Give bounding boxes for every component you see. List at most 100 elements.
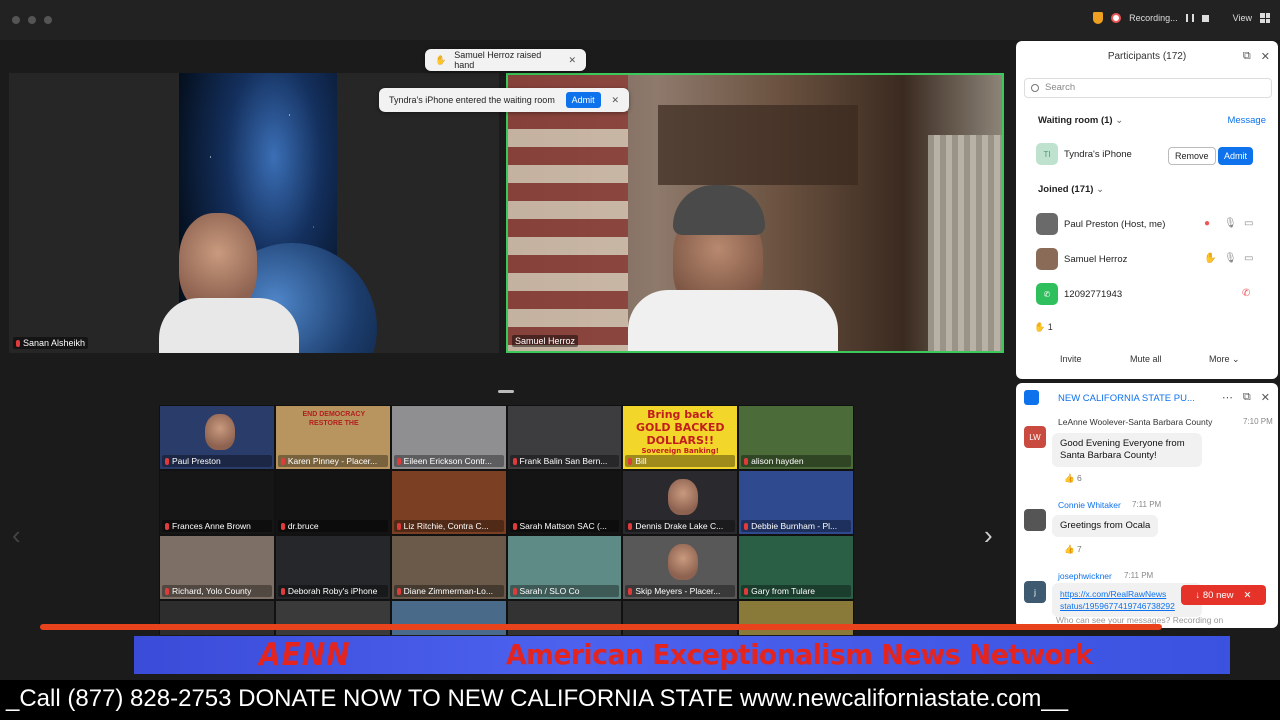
gallery-view: Paul Preston END DEMOCRACY RESTORE THE Kar…: [159, 405, 854, 635]
toast-admit-button[interactable]: Admit: [565, 92, 601, 108]
more-button[interactable]: More ⌄: [1209, 354, 1240, 365]
video-nametag: Samuel Herroz: [512, 335, 579, 347]
message-time: 7:11 PM: [1124, 571, 1154, 580]
title-bar: Recording... View: [0, 0, 1280, 40]
gallery-tile[interactable]: Paul Preston: [159, 405, 275, 470]
mute-all-button[interactable]: Mute all: [1130, 354, 1162, 364]
search-icon: [1031, 84, 1039, 92]
gallery-tile[interactable]: Diane Zimmerman-Lo...: [390, 535, 507, 600]
gallery-tile[interactable]: Gary from Tulare: [738, 535, 854, 600]
participant-search-input[interactable]: Search: [1024, 78, 1272, 98]
close-icon[interactable]: ✕: [1261, 391, 1270, 404]
gallery-nametag: Skip Meyers - Placer...: [625, 585, 736, 597]
pop-out-icon[interactable]: ⧉: [1243, 391, 1251, 404]
microphone-icon[interactable]: 🎙: [1224, 253, 1237, 264]
participant-face: [668, 479, 699, 515]
gallery-tile[interactable]: dr.bruce: [274, 470, 391, 535]
remove-button[interactable]: Remove: [1168, 147, 1216, 165]
close-icon[interactable]: ✕: [568, 55, 576, 66]
next-page-arrow-icon[interactable]: ›: [984, 520, 993, 551]
waiting-room-header[interactable]: Waiting room (1) ⌄: [1038, 115, 1123, 126]
gallery-tile[interactable]: Dennis Drake Lake C...: [622, 470, 739, 535]
chat-message-bubble: Good Evening Everyone from Santa Barbara…: [1052, 433, 1202, 467]
invite-button[interactable]: Invite: [1060, 354, 1082, 364]
mic-muted-icon: [744, 458, 749, 466]
mic-muted-icon: [396, 523, 401, 531]
fullscreen-window-button[interactable]: [44, 16, 52, 24]
admit-button[interactable]: Admit: [1218, 147, 1254, 165]
video-tile-sanan[interactable]: Sanan Alsheikh: [9, 73, 499, 353]
gallery-tile[interactable]: Skip Meyers - Placer...: [622, 535, 739, 600]
message-waiting-room-link[interactable]: Message: [1227, 115, 1266, 126]
chevron-down-icon: ⌄: [1115, 115, 1124, 126]
close-icon[interactable]: ✕: [1244, 590, 1252, 601]
mic-muted-icon: [628, 588, 633, 596]
gallery-tile[interactable]: alison hayden: [738, 405, 854, 470]
gallery-tile[interactable]: Richard, Yolo County: [159, 535, 275, 600]
message-sender: josephwickner: [1058, 571, 1112, 581]
waiting-participant-name: Tyndra's iPhone: [1064, 148, 1132, 160]
broadcast-divider-line: [40, 624, 1162, 630]
grid-view-icon[interactable]: [1260, 13, 1270, 23]
recording-indicator-icon: ●: [1204, 218, 1211, 229]
chevron-down-icon: ⌄: [1096, 184, 1105, 195]
message-sender: LeAnne Woolever-Santa Barbara County: [1058, 417, 1213, 427]
gallery-tile[interactable]: Liz Ritchie, Contra C...: [390, 470, 507, 535]
chat-title[interactable]: NEW CALIFORNIA STATE PU...: [1058, 393, 1208, 404]
close-icon[interactable]: ✕: [1261, 50, 1270, 63]
video-camera-icon[interactable]: ▭: [1244, 218, 1253, 229]
gallery-tile[interactable]: Deborah Roby's iPhone: [274, 535, 391, 600]
recording-label: Recording...: [1129, 13, 1178, 23]
participant-row[interactable]: ✆ 12092771943: [1036, 283, 1260, 305]
gallery-nametag: Sarah / SLO Co: [509, 585, 620, 597]
reaction-count[interactable]: 👍 7: [1064, 544, 1082, 555]
mic-muted-icon: [165, 588, 169, 596]
chat-link-message[interactable]: https://x.com/RealRawNews status/1959677…: [1052, 583, 1202, 617]
video-camera-icon[interactable]: ▭: [1244, 253, 1253, 264]
mic-muted-icon: [512, 458, 517, 466]
minimize-window-button[interactable]: [28, 16, 36, 24]
pop-out-icon[interactable]: ⧉: [1243, 50, 1251, 63]
virtual-background: [159, 73, 377, 353]
gallery-nametag: dr.bruce: [277, 520, 388, 532]
gallery-nametag: Bill: [625, 455, 736, 467]
gallery-tile[interactable]: Eileen Erickson Contr...: [390, 405, 507, 470]
new-messages-button[interactable]: ↓ 80 new ✕: [1181, 585, 1266, 605]
mic-muted-icon: [512, 523, 517, 531]
gallery-tile[interactable]: Sarah / SLO Co: [506, 535, 623, 600]
video-tile-samuel-active-speaker[interactable]: Samuel Herroz: [506, 73, 1004, 353]
muted-phone-icon[interactable]: ✆: [1242, 288, 1250, 299]
arrow-down-icon: ↓: [1195, 589, 1201, 601]
mic-muted-icon: [744, 588, 749, 596]
previous-page-arrow-icon[interactable]: ‹: [12, 520, 21, 551]
stop-recording-icon[interactable]: [1201, 14, 1209, 22]
participant-shirt: [159, 298, 299, 353]
gallery-nametag: Sarah Mattson SAC (...: [509, 520, 620, 532]
mic-muted-icon: [628, 458, 633, 466]
close-window-button[interactable]: [12, 16, 20, 24]
waiting-room-toast: Tyndra's iPhone entered the waiting room…: [379, 88, 629, 112]
gallery-tile[interactable]: END DEMOCRACY RESTORE THE Karen Pinney - …: [274, 405, 391, 470]
mic-muted-icon: [280, 523, 285, 531]
view-button[interactable]: View: [1233, 13, 1252, 23]
waiting-room-text: Tyndra's iPhone entered the waiting room: [389, 95, 555, 105]
pause-recording-icon[interactable]: [1185, 14, 1194, 22]
gallery-tile[interactable]: Frances Anne Brown: [159, 470, 275, 535]
security-shield-icon[interactable]: [1093, 12, 1104, 24]
reaction-count[interactable]: 👍 6: [1064, 473, 1082, 484]
joined-header[interactable]: Joined (171) ⌄: [1038, 184, 1104, 195]
more-options-icon[interactable]: ⋯: [1222, 391, 1233, 404]
reaction-summary: ✋ 1: [1034, 322, 1053, 332]
gallery-tile[interactable]: Debbie Burnham - Pl...: [738, 470, 854, 535]
gallery-tile[interactable]: Frank Balin San Bern...: [506, 405, 623, 470]
close-icon[interactable]: ✕: [611, 95, 619, 106]
gallery-nametag: Gary from Tulare: [741, 585, 851, 597]
gallery-tile[interactable]: Bring back GOLD BACKED DOLLARS!! Sovereign …: [622, 405, 739, 470]
gallery-nametag: Karen Pinney - Placer...: [277, 455, 388, 467]
participant-shirt: [628, 290, 838, 351]
gallery-nametag: Diane Zimmerman-Lo...: [393, 585, 504, 597]
resize-handle[interactable]: [498, 390, 514, 393]
mic-muted-icon: [512, 588, 517, 596]
gallery-tile[interactable]: Sarah Mattson SAC (...: [506, 470, 623, 535]
microphone-icon[interactable]: 🎙: [1224, 218, 1237, 229]
